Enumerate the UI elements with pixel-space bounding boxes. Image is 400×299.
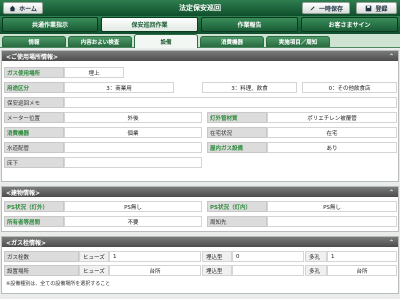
field-value[interactable]: 1 <box>327 251 397 262</box>
field-label: PS状況（灯外） <box>4 201 64 212</box>
tap-type: 多孔 <box>305 251 327 262</box>
tab-customer-sign[interactable]: お客さまサイン <box>301 17 398 32</box>
tap-type: 多孔 <box>305 265 327 276</box>
field-label: 在宅状況 <box>207 127 267 138</box>
field-label: 水道配管 <box>4 142 64 153</box>
section-title: <ご使用場所情報> <box>6 53 59 61</box>
home-label: ホーム <box>19 5 37 13</box>
subtab-inspection[interactable]: 内容およい検査 <box>68 36 132 47</box>
sub-nav: 情報 内容およい検査 設備 消費機器 実施項目／周知 <box>0 34 400 48</box>
field-value[interactable]: あり <box>267 142 397 153</box>
section-header[interactable]: <建物情報> ⌃ <box>2 187 398 197</box>
field-label: ガス栓数 <box>4 251 79 262</box>
field-value[interactable]: 0 <box>232 251 304 262</box>
save-label: 一時保存 <box>318 5 343 13</box>
field-value[interactable]: 3：料理、飲食 <box>202 82 297 93</box>
tab-patrol-work[interactable]: 保安巡回作業 <box>101 17 198 32</box>
field-value[interactable] <box>64 142 202 153</box>
subtab-equipment[interactable]: 設備 <box>134 34 198 48</box>
field-label: ガス使用場所 <box>4 67 64 78</box>
field-value[interactable]: 0：その他飲食店 <box>302 82 397 93</box>
pencil-icon <box>310 5 315 11</box>
home-icon <box>9 5 16 11</box>
field-label: 灯外管材質 <box>207 112 267 123</box>
section-header[interactable]: <ガス栓情報> ⌃ <box>2 237 398 247</box>
field-label: 設置場所 <box>4 265 79 276</box>
field-value[interactable]: PS無し <box>64 201 202 212</box>
usage-location-section: <ご使用場所情報> ⌃ ガス使用場所 埋上 用途区分 3：商業用 3：料理、飲食 … <box>1 50 399 182</box>
section-title: <ガス栓情報> <box>6 239 47 247</box>
home-button[interactable]: ホーム <box>3 2 43 14</box>
field-value[interactable]: 台所 <box>109 265 201 276</box>
memo-field[interactable] <box>64 97 397 108</box>
field-label: 用途区分 <box>4 82 64 93</box>
field-value[interactable]: 台所 <box>327 265 397 276</box>
field-value[interactable]: ポリエチレン被覆管 <box>267 112 397 123</box>
subtab-info[interactable]: 情報 <box>2 36 66 47</box>
save-button[interactable]: 一時保存 <box>302 2 350 14</box>
gas-tap-section: <ガス栓情報> ⌃ ガス栓数 ヒューズ 1 埋込型 0 多孔 1 設置場所 ヒュー… <box>1 236 399 294</box>
tap-type: 埋込型 <box>202 251 232 262</box>
field-value[interactable] <box>267 216 397 227</box>
register-label: 登録 <box>375 5 388 13</box>
field-label: 周知先 <box>207 216 267 227</box>
field-label: 保安巡回メモ <box>4 97 64 108</box>
building-info-section: <建物情報> ⌃ PS状況（灯外） PS無し PS状況（灯内） PS無し 所有者等… <box>1 186 399 232</box>
field-value[interactable] <box>232 265 304 276</box>
page-title: 法定保安巡回 <box>179 4 221 12</box>
field-label: 床下 <box>4 157 64 168</box>
tap-type: 埋込型 <box>202 265 232 276</box>
section-header[interactable]: <ご使用場所情報> ⌃ <box>2 51 398 61</box>
chevron-up-icon: ⌃ <box>388 52 394 60</box>
field-label: PS状況（灯内） <box>207 201 267 212</box>
field-value[interactable]: 1 <box>109 251 201 262</box>
field-value[interactable]: 3：商業用 <box>64 82 174 93</box>
top-bar: ホーム 法定保安巡回 一時保存 登録 <box>0 0 400 16</box>
chevron-up-icon: ⌃ <box>388 238 394 246</box>
field-label: 消費機器 <box>4 127 64 138</box>
chevron-up-icon: ⌃ <box>388 188 394 196</box>
subtab-items[interactable]: 実施項目／周知 <box>266 36 330 47</box>
subtab-appliances[interactable]: 消費機器 <box>200 36 264 47</box>
save-icon <box>366 5 372 11</box>
field-value[interactable]: 個業 <box>64 127 202 138</box>
main-nav: 共通作業指示 保安巡回作業 作業報告 お客さまサイン <box>0 16 400 34</box>
section-title: <建物情報> <box>6 189 41 197</box>
field-value[interactable]: 外後 <box>64 112 202 123</box>
tab-common-instructions[interactable]: 共通作業指示 <box>2 17 98 32</box>
note-text: ※設備種別は、全ての設備場所を選択すること <box>6 281 111 287</box>
register-button[interactable]: 登録 <box>356 2 397 14</box>
field-value[interactable]: 埋上 <box>64 67 124 78</box>
tab-work-report[interactable]: 作業報告 <box>201 17 298 32</box>
tap-type: ヒューズ <box>79 265 109 276</box>
field-value[interactable]: PS無し <box>267 201 397 212</box>
tap-type: ヒューズ <box>79 251 109 262</box>
field-value[interactable] <box>64 157 202 168</box>
field-label: 所有者等居間 <box>4 216 64 227</box>
field-label: メーター位置 <box>4 112 64 123</box>
field-value[interactable]: 不要 <box>64 216 202 227</box>
field-label: 屋内ガス設備 <box>207 142 267 153</box>
field-value[interactable]: 在宅 <box>267 127 397 138</box>
